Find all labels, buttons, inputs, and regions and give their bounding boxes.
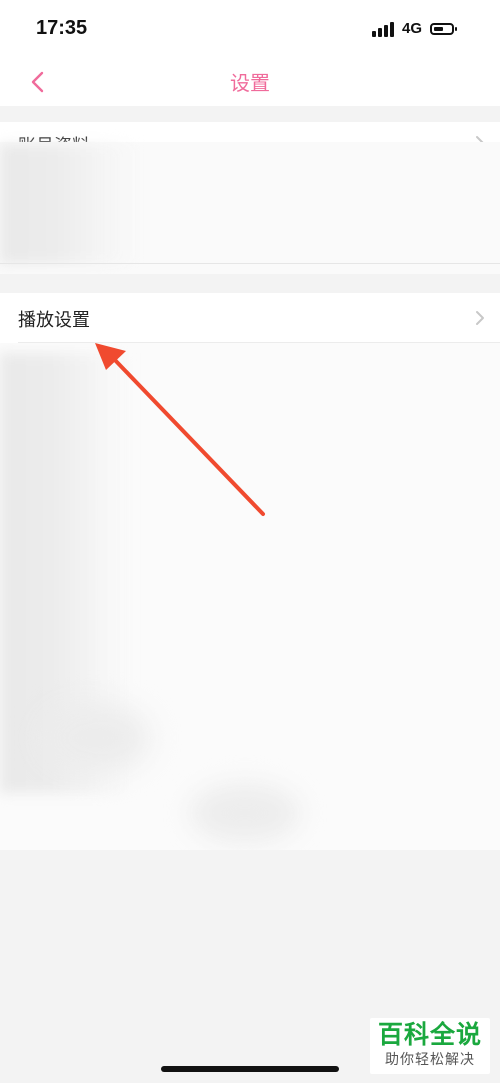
- signal-icon: [371, 21, 394, 37]
- play-settings-label: 播放设置: [18, 310, 90, 330]
- watermark-title: 百科全说: [377, 1020, 482, 1049]
- settings-group-blurred: [0, 343, 500, 850]
- blurred-area: [190, 783, 300, 843]
- play-settings-row[interactable]: 播放设置: [0, 293, 500, 343]
- network-type: 4G: [401, 20, 422, 37]
- status-bar: 17:35 4G: [0, 0, 500, 58]
- blurred-area: [0, 144, 140, 264]
- watermark-logo: 百科全说 助你轻松解决: [370, 1018, 490, 1074]
- settings-group-account: 账号资料: [0, 122, 500, 274]
- blurred-area: [40, 703, 150, 773]
- status-time: 17:35: [36, 17, 88, 39]
- page-title: 设置: [230, 73, 270, 95]
- nav-bar: 设置: [0, 58, 500, 106]
- status-icons: 4G: [371, 20, 457, 37]
- divider: [0, 263, 500, 264]
- watermark-subtitle: 助你轻松解决: [385, 1051, 475, 1067]
- home-indicator[interactable]: [161, 1066, 339, 1072]
- chevron-right-icon: [476, 311, 484, 325]
- battery-icon: [430, 22, 457, 35]
